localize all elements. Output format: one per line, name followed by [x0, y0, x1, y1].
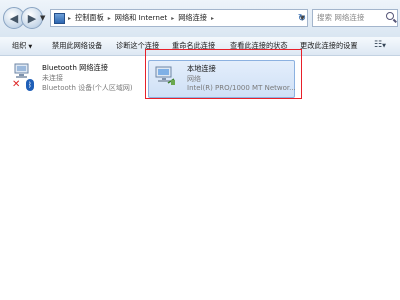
recent-pages-dropdown-icon[interactable]: ▼: [40, 14, 45, 22]
chevron-down-icon: ▼: [28, 44, 33, 50]
refresh-icon[interactable]: ↻: [295, 10, 309, 26]
connection-name: Bluetooth 网络连接: [42, 63, 108, 72]
breadcrumb-network-internet[interactable]: 网络和 Internet: [115, 13, 167, 23]
disconnected-x-icon: ✕: [12, 79, 21, 90]
connection-item-bluetooth[interactable]: ✕ ᛒ Bluetooth 网络连接 未连接 Bluetooth 设备(个人区域…: [8, 60, 138, 94]
annotation-highlight-box: [145, 49, 302, 99]
forward-arrow-icon: ▶: [27, 11, 37, 25]
address-field[interactable]: ▸ 控制面板 ▸ 网络和 Internet ▸ 网络连接 ▸ ▼: [50, 9, 308, 27]
change-view-icon[interactable]: ☷▼: [374, 40, 386, 50]
control-panel-icon: [54, 12, 65, 24]
address-bar-area: ◀ ▶ ▼ ▸ 控制面板 ▸ 网络和 Internet ▸ 网络连接 ▸ ▼ ↻…: [0, 0, 400, 38]
breadcrumb-separator-icon[interactable]: ▸: [211, 15, 214, 22]
connection-device: Bluetooth 设备(个人区域网): [42, 84, 133, 92]
breadcrumb-control-panel[interactable]: 控制面板: [75, 13, 104, 23]
change-settings-button[interactable]: 更改此连接的设置: [300, 41, 358, 51]
back-arrow-icon: ◀: [9, 11, 19, 25]
bluetooth-icon: ᛒ: [26, 79, 34, 91]
organize-label: 组织: [12, 41, 27, 50]
breadcrumb-separator-icon[interactable]: ▸: [108, 15, 111, 22]
search-placeholder: 搜索 网络连接: [317, 13, 365, 22]
breadcrumb-separator-icon[interactable]: ▸: [68, 15, 71, 22]
connection-status: 未连接: [42, 74, 63, 82]
search-icon[interactable]: [386, 12, 394, 20]
organize-button[interactable]: 组织 ▼: [12, 41, 32, 51]
breadcrumb-separator-icon[interactable]: ▸: [171, 15, 174, 22]
disable-device-button[interactable]: 禁用此网络设备: [52, 41, 102, 51]
network-adapter-icon: [14, 63, 29, 78]
breadcrumb-network-connections[interactable]: 网络连接: [178, 13, 207, 23]
search-input[interactable]: 搜索 网络连接: [312, 9, 398, 27]
